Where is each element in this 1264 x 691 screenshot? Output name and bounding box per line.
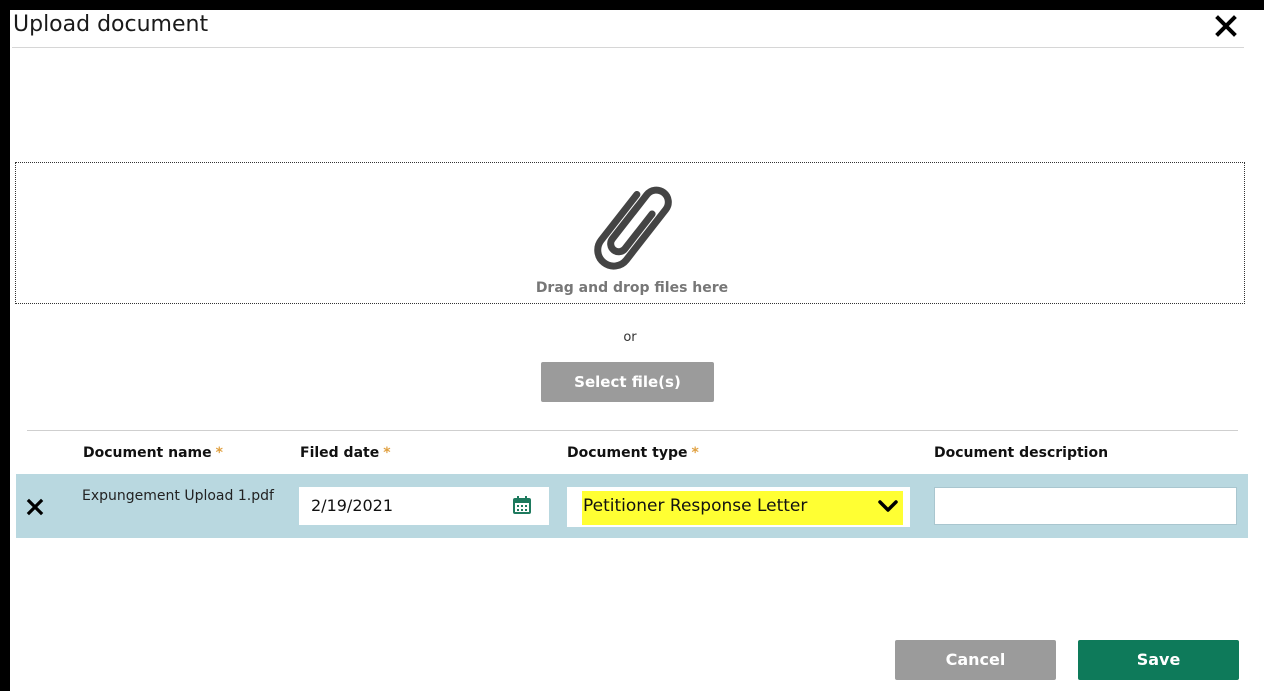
close-icon[interactable] [1212,12,1240,40]
calendar-icon[interactable] [512,495,532,515]
header-filed-date: Filed date * [300,445,391,461]
list-divider [27,430,1238,431]
document-name: Expungement Upload 1.pdf [82,488,274,504]
paperclip-icon [594,186,672,270]
chevron-down-icon[interactable] [877,498,899,514]
dialog-title: Upload document [13,12,209,37]
window-frame-top [0,0,1264,10]
required-marker: * [215,445,223,461]
document-type-value: Petitioner Response Letter [583,496,808,516]
document-description-input[interactable] [934,487,1237,525]
title-divider [12,47,1244,48]
header-document-type: Document type * [567,445,699,461]
window-frame-left [0,0,10,691]
required-marker: * [383,445,391,461]
save-button[interactable]: Save [1078,640,1239,680]
or-separator: or [623,330,637,345]
header-document-name: Document name * [83,445,223,461]
cancel-button[interactable]: Cancel [895,640,1056,680]
select-files-button[interactable]: Select file(s) [541,362,714,402]
header-document-description: Document description [934,445,1109,461]
remove-row-icon[interactable] [25,497,45,517]
filed-date-value: 2/19/2021 [311,496,394,515]
required-marker: * [691,445,699,461]
dropzone-text: Drag and drop files here [535,280,729,296]
